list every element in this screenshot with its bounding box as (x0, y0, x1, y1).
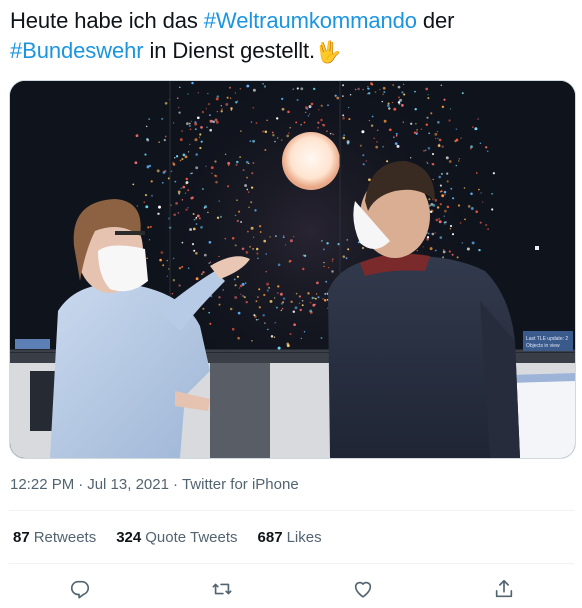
tweet-text-start: Heute habe ich das (10, 8, 204, 33)
tweet-text: Heute habe ich das #Weltraumkommando der… (10, 6, 570, 68)
retweet-icon (212, 583, 232, 595)
tweet-text-middle: der (416, 8, 455, 33)
tweet-timestamp-row: 12:22 PM · Jul 13, 2021 · Twitter for iPhone (10, 475, 299, 495)
engagement-stats: 87 Retweets 324 Quote Tweets 687 Likes (13, 528, 322, 548)
retweet-button[interactable] (205, 572, 239, 606)
retweets-stat[interactable]: 87 Retweets (13, 528, 96, 548)
like-icon (354, 581, 372, 598)
share-icon (495, 579, 513, 598)
earth-globe (282, 132, 340, 190)
share-button[interactable] (487, 572, 521, 606)
meta-separator: · (172, 476, 178, 493)
svg-text:Last TLE update: 2: Last TLE update: 2 (526, 336, 568, 342)
tweet-time[interactable]: 12:22 PM (10, 476, 74, 493)
divider (9, 563, 574, 564)
meta-separator: · (78, 476, 84, 493)
divider (9, 510, 574, 511)
vulcan-salute-emoji: 🖖 (315, 41, 342, 64)
tweet-date[interactable]: Jul 13, 2021 (87, 476, 169, 493)
tweet-source-link[interactable]: Twitter for iPhone (182, 476, 299, 493)
hashtag-bundeswehr-link[interactable]: #Bundeswehr (10, 38, 144, 63)
quote-tweets-stat[interactable]: 324 Quote Tweets (116, 528, 237, 548)
tweet-actions-bar (0, 568, 582, 606)
tweet-photo[interactable]: Last TLE update: 2 Objects in view (9, 80, 576, 459)
hashtag-weltraumkommando-link[interactable]: #Weltraumkommando (204, 8, 417, 33)
reply-icon (70, 580, 90, 599)
photo-scene: Last TLE update: 2 Objects in view (10, 81, 575, 458)
like-button[interactable] (346, 572, 380, 606)
tweet-text-end: in Dienst gestellt. (143, 38, 316, 63)
svg-text:Objects in view: Objects in view (526, 343, 560, 349)
reply-button[interactable] (63, 572, 97, 606)
likes-stat[interactable]: 687 Likes (258, 528, 322, 548)
